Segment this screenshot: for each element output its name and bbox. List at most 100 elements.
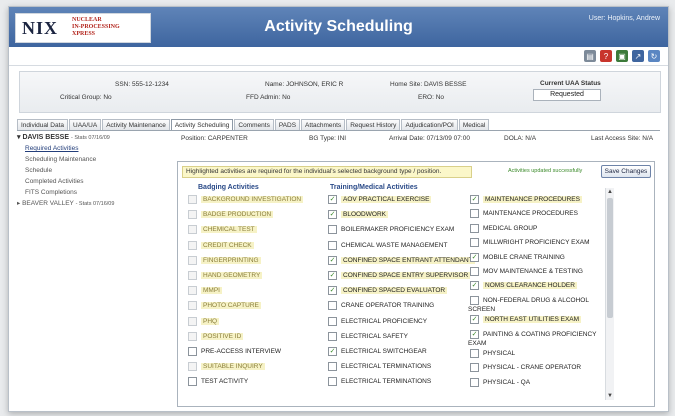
activity-item[interactable]: MOV MAINTENANCE & TESTING [470, 267, 583, 276]
activity-item[interactable]: ✓ PAINTING & COATING PROFICIENCY [470, 329, 597, 339]
activity-item[interactable]: MAINTENANCE PROCEDURES [470, 209, 578, 219]
activities-panel: Highlighted activities are required for … [177, 161, 655, 407]
activity-item[interactable]: ✓ CONFINED SPACE ENTRANT ATTENDANT [328, 255, 475, 265]
activity-item[interactable]: ✓ CONFINED SPACE ENTRY SUPERVISOR [328, 271, 471, 280]
nav-schedule[interactable]: Schedule [17, 166, 157, 175]
activity-checkbox[interactable] [470, 295, 479, 305]
activity-item[interactable]: PHYSICAL - CRANE OPERATOR [470, 363, 581, 373]
activity-item[interactable]: CHEMICAL TEST [188, 225, 257, 235]
activity-item[interactable]: PRE-ACCESS INTERVIEW [188, 347, 281, 356]
activity-item[interactable]: ✓ NOMS CLEARANCE HOLDER [470, 281, 577, 291]
activity-item[interactable]: BOILERMAKER PROFICIENCY EXAM [328, 225, 454, 235]
uaa-status-label: Current UAA Status [540, 80, 601, 87]
activity-item[interactable]: MEDICAL GROUP [470, 223, 537, 233]
scroll-thumb[interactable] [607, 198, 613, 318]
activity-item[interactable]: PHYSICAL [470, 349, 515, 358]
activity-checkbox[interactable]: ✓ [470, 329, 479, 339]
activity-checkbox[interactable]: ✓ [328, 255, 337, 265]
activity-item[interactable]: ✓ CONFINED SPACED EVALUATOR [328, 286, 448, 296]
activity-item[interactable]: CRANE OPERATOR TRAINING [328, 301, 434, 311]
activity-item[interactable]: ✓ BLOODWORK [328, 210, 388, 220]
activity-item[interactable]: ✓ MOBILE CRANE TRAINING [470, 252, 565, 262]
activity-checkbox[interactable] [188, 377, 197, 387]
activity-item[interactable]: ✓ NORTH EAST UTILITIES EXAM [470, 315, 582, 325]
activity-item[interactable]: HAND GEOMETRY [188, 271, 263, 280]
activity-item[interactable]: ✓ MAINTENANCE PROCEDURES [470, 195, 582, 204]
tab-activity-scheduling[interactable]: Activity Scheduling [170, 119, 234, 130]
activity-checkbox[interactable]: ✓ [470, 195, 479, 204]
dola-value: DOLA: N/A [504, 135, 537, 142]
activities-scrollbar[interactable]: ▲ ▼ [605, 188, 614, 400]
activity-checkbox[interactable] [328, 301, 337, 311]
activity-checkbox[interactable] [470, 223, 479, 233]
activity-item[interactable]: ✓ AOV PRACTICAL EXERCISE [328, 195, 432, 204]
activity-checkbox[interactable] [470, 267, 479, 276]
activity-item[interactable]: MILLWRIGHT PROFICIENCY EXAM [470, 238, 590, 248]
activity-checkbox[interactable] [470, 349, 479, 358]
activity-checkbox[interactable] [328, 240, 337, 250]
scroll-up-icon[interactable]: ▲ [606, 188, 614, 196]
activity-checkbox[interactable] [328, 225, 337, 235]
activity-item[interactable]: ELECTRICAL TERMINATIONS [328, 362, 431, 372]
activity-item[interactable]: POSITIVE ID [188, 331, 244, 341]
activity-item[interactable]: FINGERPRINTING [188, 255, 261, 265]
help-icon[interactable]: ? [600, 50, 612, 62]
activity-label: BACKGROUND INVESTIGATION [201, 196, 304, 203]
activity-checkbox[interactable]: ✓ [328, 210, 337, 220]
activity-item[interactable]: ELECTRICAL PROFICIENCY [328, 316, 427, 326]
activity-item[interactable]: NON-FEDERAL DRUG & ALCOHOL [470, 295, 589, 305]
activity-checkbox[interactable]: ✓ [328, 271, 337, 280]
activity-label: HAND GEOMETRY [201, 272, 263, 279]
activity-checkbox[interactable] [328, 316, 337, 326]
activity-checkbox[interactable]: ✓ [328, 195, 337, 204]
activity-item[interactable]: BACKGROUND INVESTIGATION [188, 195, 304, 204]
save-icon[interactable]: ▣ [616, 50, 628, 62]
activity-checkbox[interactable] [470, 209, 479, 219]
nav-completed-activities[interactable]: Completed Activities [17, 177, 157, 186]
activity-item[interactable]: PHQ [188, 316, 220, 326]
activity-checkbox[interactable] [328, 331, 337, 341]
activity-item[interactable]: SUITABLE INQUIRY [188, 362, 265, 372]
activity-checkbox[interactable] [470, 238, 479, 248]
print-icon[interactable]: ▤ [584, 50, 596, 62]
activity-item[interactable]: CHEMICAL WASTE MANAGEMENT [328, 240, 447, 250]
tab-activity-maintenance[interactable]: Activity Maintenance [102, 119, 170, 130]
activity-item[interactable]: MMPI [188, 286, 222, 296]
tab-medical[interactable]: Medical [458, 119, 490, 130]
nav-scheduling-maintenance[interactable]: Scheduling Maintenance [17, 155, 157, 164]
tab-adjudication-poi[interactable]: Adjudication/POI [401, 119, 458, 130]
tab-uaa-ua[interactable]: UAA/UA [69, 119, 102, 130]
export-icon[interactable]: ↗ [632, 50, 644, 62]
activity-checkbox[interactable]: ✓ [328, 347, 337, 356]
activity-item[interactable]: ✓ ELECTRICAL SWITCHGEAR [328, 347, 427, 356]
activity-item[interactable]: PHYSICAL - QA [470, 377, 530, 387]
tab-individual-data[interactable]: Individual Data [17, 119, 68, 130]
activity-item[interactable]: BADGE PRODUCTION [188, 210, 274, 220]
tab-attachments[interactable]: Attachments [301, 119, 346, 130]
save-changes-button[interactable]: Save Changes [601, 165, 651, 178]
activity-item[interactable]: CREDIT CHECK [188, 240, 254, 250]
site-beaver-valley[interactable]: ▸ BEAVER VALLEY - Stats 07/16/09 [17, 199, 157, 207]
activity-item[interactable]: ELECTRICAL SAFETY [328, 331, 408, 341]
nav-required-activities[interactable]: Required Activities [17, 144, 157, 153]
activity-item[interactable]: TEST ACTIVITY [188, 377, 248, 387]
tab-comments[interactable]: Comments [234, 119, 274, 130]
tab-pads[interactable]: PADS [274, 119, 301, 130]
activity-label: PRE-ACCESS INTERVIEW [201, 348, 282, 355]
activity-checkbox[interactable]: ✓ [470, 315, 479, 325]
nav-fits-completions[interactable]: FITS Completions [17, 188, 157, 197]
activity-checkbox[interactable]: ✓ [470, 252, 479, 262]
activity-checkbox[interactable]: ✓ [470, 281, 479, 291]
activity-checkbox[interactable] [188, 347, 197, 356]
scroll-down-icon[interactable]: ▼ [606, 392, 614, 400]
refresh-icon[interactable]: ↻ [648, 50, 660, 62]
activity-checkbox[interactable] [328, 362, 337, 372]
activity-checkbox[interactable] [470, 377, 479, 387]
activity-checkbox[interactable]: ✓ [328, 286, 337, 296]
activity-checkbox[interactable] [470, 363, 479, 373]
site-davis-besse[interactable]: ▾ DAVIS BESSE - Stats 07/16/09 [17, 133, 157, 141]
activity-item[interactable]: PHOTO CAPTURE [188, 301, 261, 311]
tab-request-history[interactable]: Request History [346, 119, 401, 130]
activity-checkbox[interactable] [328, 377, 337, 387]
activity-item[interactable]: ELECTRICAL TERMINATIONS [328, 377, 431, 387]
